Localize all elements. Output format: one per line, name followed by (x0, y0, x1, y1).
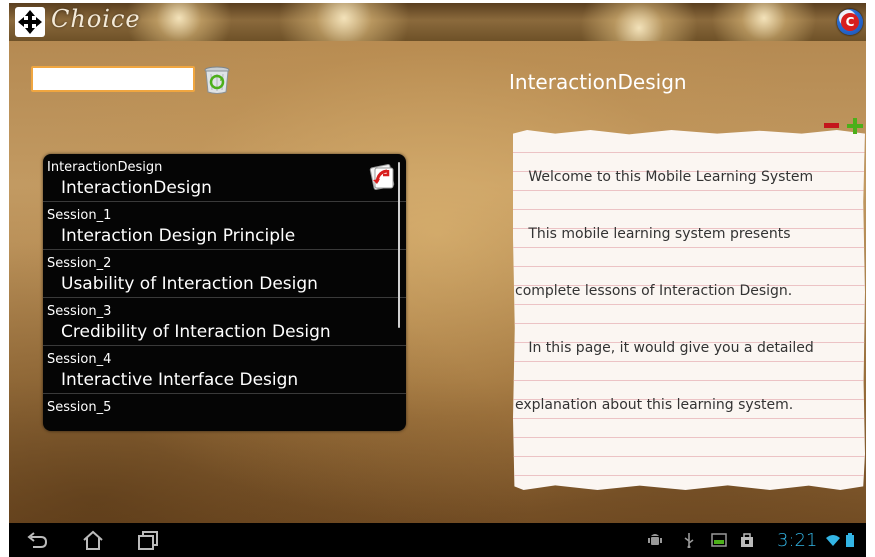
status-clock: 3:21 (777, 530, 818, 551)
list-item[interactable]: Session_5 (43, 394, 406, 431)
list-item-subtitle: Session_3 (47, 304, 112, 319)
note-line: explanation about this learning system. (515, 397, 794, 413)
top-bar: Choice C (9, 3, 866, 41)
list-item[interactable]: Session_3 Credibility of Interaction Des… (43, 298, 406, 346)
battery-icon (846, 533, 854, 547)
list-item-title: InteractionDesign (61, 178, 212, 198)
bokeh-light (269, 3, 419, 41)
list-item-subtitle: Session_1 (47, 208, 112, 223)
list-item-title: Usability of Interaction Design (61, 274, 318, 294)
wifi-icon (826, 535, 840, 546)
move-arrows-icon[interactable] (15, 7, 45, 37)
bokeh-light (709, 3, 819, 41)
list-item[interactable]: InteractionDesign InteractionDesign (43, 154, 406, 202)
list-item-subtitle: Session_4 (47, 352, 112, 367)
list-scrollbar[interactable] (398, 162, 400, 328)
list-item-title: Interaction Design Principle (61, 226, 296, 246)
minus-icon[interactable] (824, 123, 839, 128)
note-line: In this page, it would give you a detail… (515, 340, 814, 356)
screen-edge (866, 0, 875, 557)
system-nav-bar: 3:21 (9, 523, 866, 557)
screenshot-icon (711, 533, 727, 547)
back-icon[interactable] (25, 529, 49, 551)
list-item-subtitle: Session_5 (47, 400, 112, 415)
app-logo-icon[interactable]: C (837, 9, 863, 35)
share-icon[interactable] (366, 160, 398, 192)
android-debug-icon (648, 534, 662, 545)
bag-icon (741, 533, 753, 547)
app-title: Choice (51, 5, 141, 33)
session-list: InteractionDesign InteractionDesign Sess… (43, 154, 406, 431)
list-item-title: Interactive Interface Design (61, 370, 299, 390)
note-line: Welcome to this Mobile Learning System (515, 169, 814, 185)
list-item-subtitle: Session_2 (47, 256, 112, 271)
page-heading: InteractionDesign (509, 70, 687, 94)
recent-apps-icon[interactable] (136, 529, 160, 551)
note-line: This mobile learning system presents (515, 226, 791, 242)
main-content: InteractionDesign InteractionDesign Inte… (9, 41, 866, 523)
bokeh-light (569, 3, 709, 41)
app-screen: Choice C InteractionDesign InteractionDe… (0, 0, 875, 557)
list-item-title: Credibility of Interaction Design (61, 322, 331, 342)
usb-icon (684, 533, 694, 548)
home-icon[interactable] (81, 529, 105, 551)
list-item-subtitle: InteractionDesign (47, 160, 163, 175)
recycle-bin-icon[interactable] (202, 65, 232, 95)
note-paper: Welcome to this Mobile Learning System T… (513, 130, 865, 490)
note-line: complete lessons of Interaction Design. (515, 283, 793, 299)
note-text: Welcome to this Mobile Learning System T… (515, 130, 835, 453)
list-item[interactable]: Session_4 Interactive Interface Design (43, 346, 406, 394)
list-item[interactable]: Session_1 Interaction Design Principle (43, 202, 406, 250)
logo-letter: C (841, 13, 859, 31)
search-input[interactable] (31, 66, 195, 92)
list-item[interactable]: Session_2 Usability of Interaction Desig… (43, 250, 406, 298)
plus-icon[interactable] (847, 118, 863, 134)
